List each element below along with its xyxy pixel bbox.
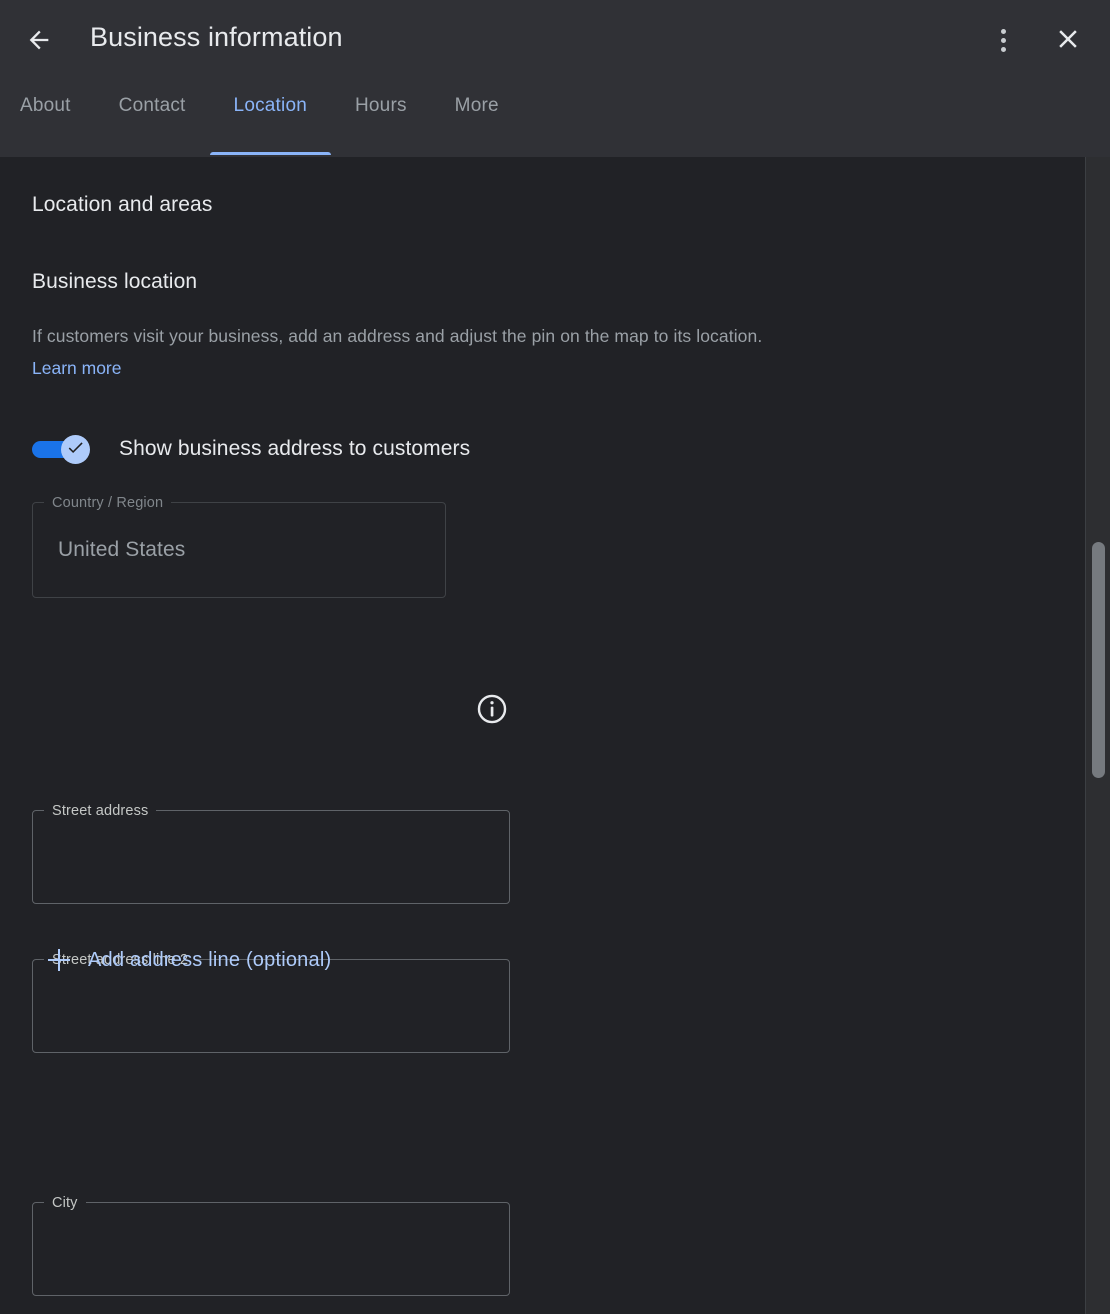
close-icon	[1053, 24, 1083, 57]
page-title: Business information	[90, 22, 343, 52]
header-top-bar: Business information	[0, 0, 1110, 80]
country-region-label: Country / Region	[44, 494, 172, 512]
show-address-toggle[interactable]	[32, 435, 90, 464]
info-circle-icon[interactable]	[475, 692, 509, 726]
tab-label: More	[454, 95, 499, 116]
vertical-scrollbar[interactable]	[1085, 157, 1110, 1314]
country-region-value: United States	[58, 538, 186, 561]
city-label: City	[44, 1194, 86, 1212]
arrow-back-icon	[25, 26, 53, 54]
tab-bar: About Contact Location Hours More	[0, 95, 523, 157]
toggle-knob	[61, 435, 90, 464]
subsection-heading: Business location	[32, 270, 198, 293]
tab-about[interactable]: About	[0, 95, 95, 155]
tab-hours[interactable]: Hours	[331, 95, 431, 155]
add-address-line-label: Add address line (optional)	[88, 948, 332, 971]
section-description: If customers visit your business, add an…	[32, 326, 763, 346]
close-button[interactable]	[1046, 18, 1090, 62]
tab-label: Location	[233, 95, 307, 116]
back-button[interactable]	[18, 19, 60, 61]
street-address-field[interactable]: Street address	[32, 802, 510, 904]
location-settings-panel: Location and areas Business location If …	[0, 157, 1085, 1314]
tab-more[interactable]: More	[431, 95, 523, 155]
scrollbar-thumb[interactable]	[1092, 542, 1105, 778]
city-field[interactable]: City	[32, 1194, 510, 1296]
check-icon	[66, 438, 85, 462]
tab-label: About	[20, 95, 71, 116]
country-region-field[interactable]: Country / Region United States	[32, 494, 446, 598]
tab-underline	[209, 152, 331, 155]
add-address-line-button[interactable]: Add address line (optional)	[48, 940, 331, 980]
more-vert-icon	[1000, 28, 1006, 52]
overflow-menu-button[interactable]	[982, 19, 1024, 61]
business-information-dialog: Business information About Contact Locat…	[0, 0, 1110, 1314]
dialog-header: Business information About Contact Locat…	[0, 0, 1110, 157]
learn-more-link[interactable]: Learn more	[32, 352, 122, 384]
tab-contact[interactable]: Contact	[95, 95, 210, 155]
section-heading: Location and areas	[32, 193, 213, 216]
show-address-toggle-row[interactable]: Show business address to customers	[32, 431, 470, 467]
tab-label: Hours	[354, 95, 407, 116]
street-address-label: Street address	[44, 802, 157, 820]
plus-icon	[48, 949, 70, 971]
tab-location[interactable]: Location	[209, 95, 331, 155]
toggle-label: Show business address to customers	[119, 437, 471, 460]
tab-label: Contact	[118, 95, 186, 116]
